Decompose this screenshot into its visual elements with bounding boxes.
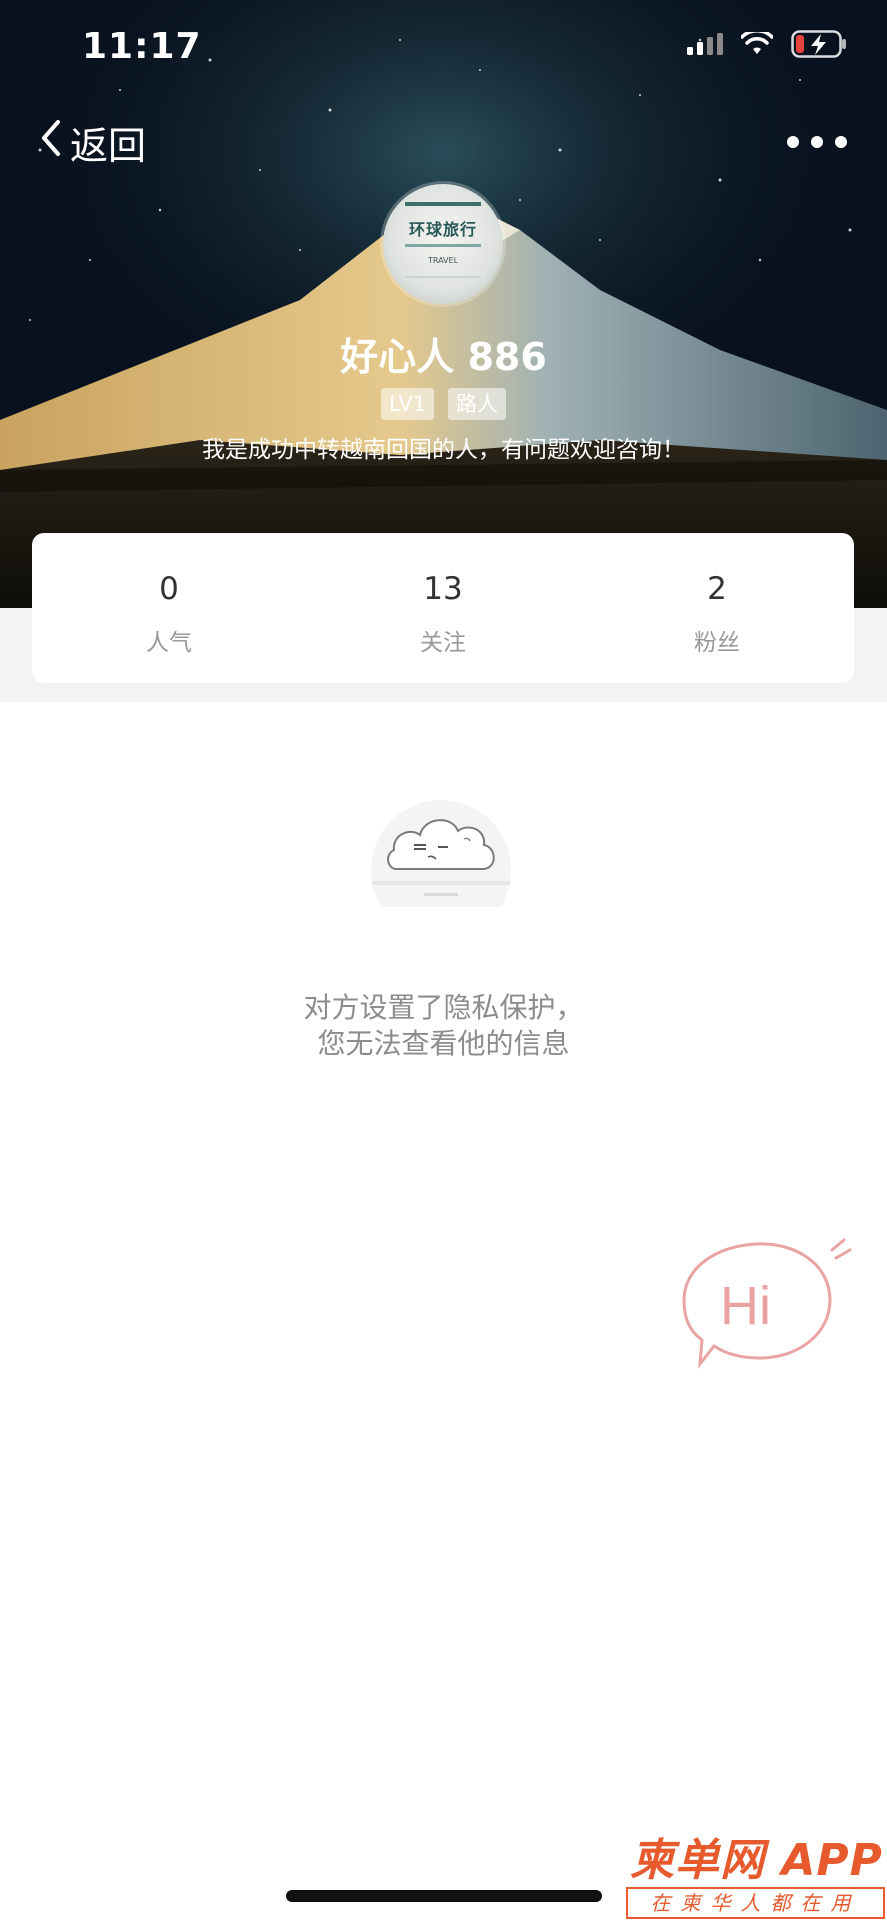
privacy-notice: 对方设置了隐私保护， 您无法查看他的信息: [0, 990, 887, 1062]
wifi-icon: [740, 29, 774, 60]
profile-header: 11:17 返回 环球旅行 TRAVEL 好心人 886 LV1 路人 我是成功…: [0, 0, 887, 608]
more-icon[interactable]: [787, 122, 847, 162]
status-bar: 11:17: [0, 0, 887, 100]
back-label: 返回: [70, 123, 147, 168]
avatar-tag: TRAVEL: [427, 256, 459, 265]
title-badge: 路人: [448, 388, 507, 420]
stat-followers[interactable]: 2 粉丝: [580, 533, 854, 683]
home-indicator[interactable]: [286, 1890, 602, 1902]
back-button[interactable]: 返回: [38, 116, 146, 168]
signal-icon: [687, 33, 723, 59]
watermark-subtitle: 在柬华人都在用: [626, 1887, 885, 1919]
level-badge: LV1: [380, 388, 435, 420]
avatar-title: 环球旅行: [408, 220, 477, 239]
watermark-title: 柬单网 APP: [630, 1835, 883, 1886]
stat-popularity[interactable]: 0 人气: [32, 533, 306, 683]
stat-label: 关注: [420, 630, 466, 656]
watermark-logo: 柬单网 APP 在柬华人都在用: [626, 1836, 887, 1920]
bio: 我是成功中转越南回国的人，有问题欢迎咨询！: [202, 437, 685, 463]
cloud-mascot-icon: [366, 795, 516, 940]
stat-following[interactable]: 13 关注: [306, 533, 580, 683]
stat-value: 0: [159, 571, 179, 607]
battery-charging-icon: [791, 30, 847, 62]
hi-bubble-icon[interactable]: Hi: [680, 1236, 852, 1370]
privacy-line-2: 您无法查看他的信息: [317, 1027, 570, 1060]
status-time: 11:17: [82, 26, 202, 67]
privacy-line-1: 对方设置了隐私保护，: [303, 991, 584, 1024]
back-chevron-icon: [38, 118, 64, 167]
stats-card: 0 人气 13 关注 2 粉丝: [32, 533, 854, 683]
hi-label: Hi: [720, 1276, 771, 1336]
stat-label: 人气: [146, 630, 192, 656]
username: 好心人 886: [340, 335, 547, 379]
avatar[interactable]: 环球旅行 TRAVEL: [383, 184, 503, 304]
stat-value: 2: [707, 571, 727, 607]
stat-value: 13: [423, 571, 463, 607]
stat-label: 粉丝: [694, 630, 740, 656]
